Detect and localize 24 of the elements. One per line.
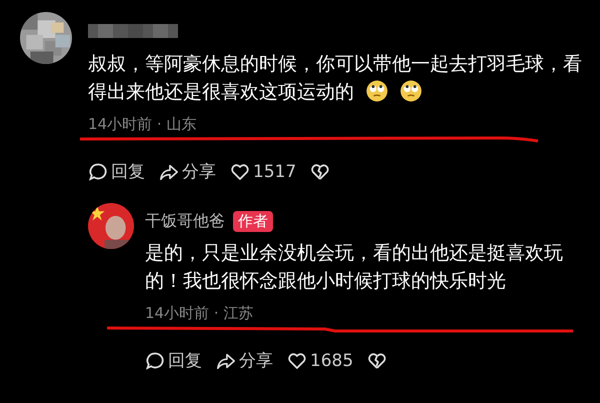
eye-roll-emoji-icon <box>400 80 422 102</box>
dislike-action[interactable] <box>310 162 330 182</box>
share-action[interactable]: 分享 <box>216 349 273 372</box>
comment-meta: 14小时前 · 山东 <box>88 115 196 133</box>
author-badge: 作者 <box>233 210 273 232</box>
comment-text: 叔叔，等阿豪休息的时候，你可以带他一起去打羽毛球，看得出来他还是很喜欢这项运动的 <box>88 52 583 105</box>
broken-heart-icon <box>310 162 330 182</box>
comment-text: 是的，只是业余没机会玩，看的出他还是挺喜欢玩的！我也很怀念跟他小时候打球的快乐时光 <box>145 241 564 294</box>
speech-bubble-icon <box>145 350 165 370</box>
heart-icon <box>287 350 307 370</box>
author-name[interactable]: 干饭哥他爸 <box>145 210 225 232</box>
speech-bubble-icon <box>88 162 108 182</box>
reply-action[interactable]: 回复 <box>88 160 145 183</box>
avatar[interactable] <box>20 12 72 64</box>
like-action[interactable]: 1517 <box>230 162 296 182</box>
eye-roll-emoji-icon <box>366 80 388 102</box>
like-action[interactable]: 1685 <box>287 350 354 370</box>
broken-heart-icon <box>367 350 388 370</box>
comment-meta: 14小时前 · 江苏 <box>145 304 254 322</box>
reply-action[interactable]: 回复 <box>145 349 202 372</box>
dislike-action[interactable] <box>367 350 388 370</box>
share-action[interactable]: 分享 <box>159 160 216 183</box>
heart-icon <box>230 162 250 182</box>
avatar[interactable] <box>88 203 134 249</box>
